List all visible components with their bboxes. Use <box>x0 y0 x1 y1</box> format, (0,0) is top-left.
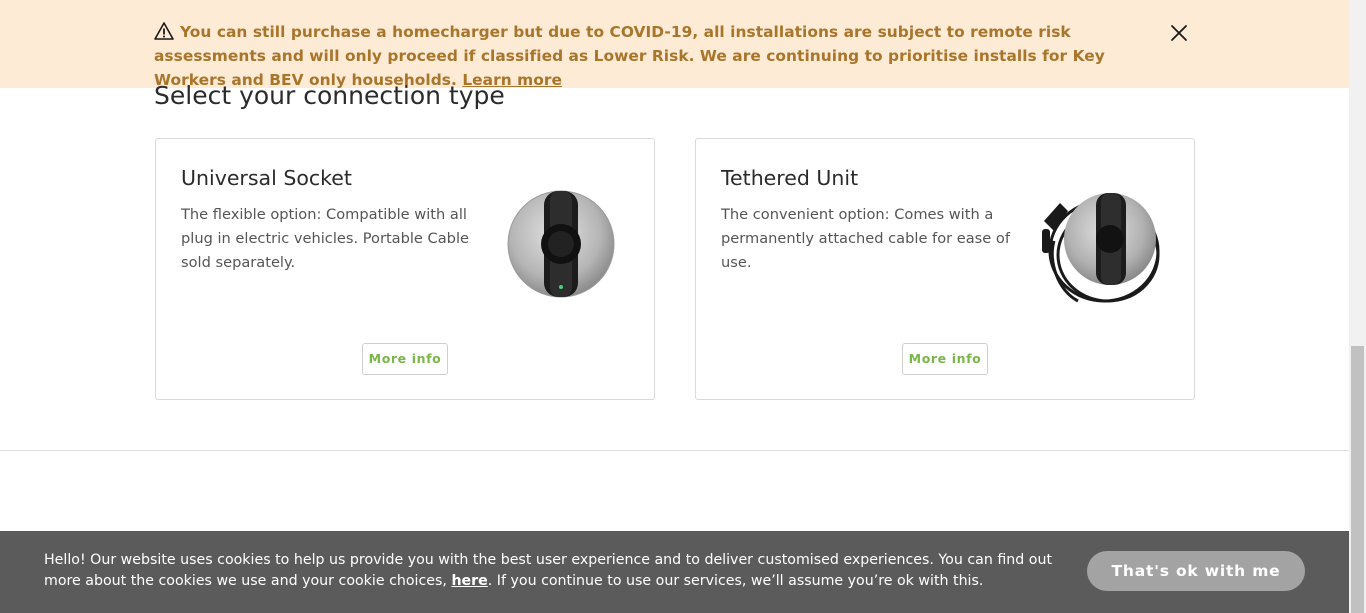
covid-notice-banner: You can still purchase a homecharger but… <box>0 0 1349 89</box>
universal-socket-card[interactable]: Universal Socket The flexible option: Co… <box>155 138 655 400</box>
tethered-unit-charger-image <box>1042 193 1160 303</box>
card-description: The convenient option: Comes with a perm… <box>721 206 1010 271</box>
card-title: Tethered Unit <box>721 166 859 190</box>
universal-socket-charger-image <box>507 190 615 298</box>
cookie-message: Hello! Our website uses cookies to help … <box>44 550 1064 592</box>
page-scrollbar[interactable] <box>1349 0 1366 613</box>
cookie-consent-bar: Hello! Our website uses cookies to help … <box>0 531 1349 613</box>
scrollbar-thumb[interactable] <box>1351 346 1364 613</box>
close-icon[interactable] <box>1168 22 1190 44</box>
cookie-text-end: . If you continue to use our services, w… <box>487 573 984 589</box>
card-description: The flexible option: Compatible with all… <box>181 206 469 271</box>
card-title: Universal Socket <box>181 166 352 190</box>
warning-icon <box>154 22 174 40</box>
page-title: Select your connection type <box>154 81 505 110</box>
more-info-button[interactable]: More info <box>902 343 988 375</box>
section-divider <box>0 450 1349 451</box>
tethered-unit-card[interactable]: Tethered Unit The convenient option: Com… <box>695 138 1195 400</box>
cookie-policy-link[interactable]: here <box>451 573 487 589</box>
more-info-button[interactable]: More info <box>362 343 448 375</box>
accept-cookies-button[interactable]: That's ok with me <box>1087 551 1305 591</box>
